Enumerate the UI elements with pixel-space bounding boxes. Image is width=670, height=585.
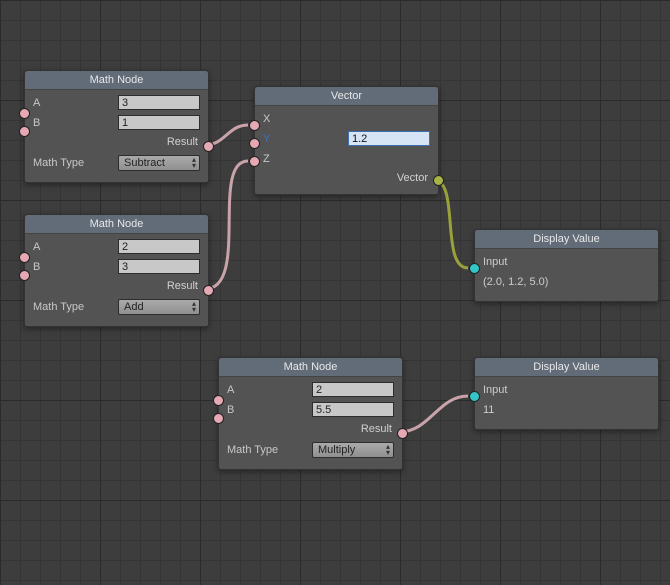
dropdown-arrows-icon: ▴▾ (192, 301, 196, 313)
result-label: Result (227, 421, 394, 437)
input-b-label: B (227, 401, 234, 419)
port-out-result[interactable] (397, 428, 408, 439)
input-b-field[interactable] (118, 259, 200, 274)
mathtype-select[interactable]: Subtract ▴▾ (118, 155, 200, 171)
vector-node[interactable]: Vector X Y Z Vector (254, 86, 439, 195)
dropdown-arrows-icon: ▴▾ (386, 444, 390, 456)
node-title[interactable]: Math Node (25, 215, 208, 234)
port-in-input[interactable] (469, 391, 480, 402)
port-in-x[interactable] (249, 120, 260, 131)
input-a-field[interactable] (118, 239, 200, 254)
input-b-field[interactable] (312, 402, 394, 417)
y-label: Y (263, 130, 275, 148)
math-node[interactable]: Math Node A B Result Math Type Add ▴▾ (24, 214, 209, 327)
port-in-a[interactable] (213, 395, 224, 406)
mathtype-select[interactable]: Add ▴▾ (118, 299, 200, 315)
x-label: X (263, 110, 275, 128)
display-value-node[interactable]: Display Value Input 11 (474, 357, 659, 430)
input-label: Input (483, 384, 507, 396)
vector-output-label: Vector (263, 170, 430, 186)
input-a-label: A (227, 381, 234, 399)
node-title[interactable]: Vector (255, 87, 438, 106)
mathtype-label: Math Type (33, 154, 84, 172)
node-title[interactable]: Display Value (475, 230, 658, 249)
port-in-input[interactable] (469, 263, 480, 274)
y-field[interactable] (348, 131, 430, 146)
input-b-field[interactable] (118, 115, 200, 130)
input-label: Input (483, 256, 507, 268)
node-title[interactable]: Display Value (475, 358, 658, 377)
port-in-z[interactable] (249, 156, 260, 167)
input-a-label: A (33, 94, 40, 112)
port-out-result[interactable] (203, 285, 214, 296)
display-value-text: 11 (483, 404, 494, 416)
port-in-a[interactable] (19, 108, 30, 119)
input-a-field[interactable] (312, 382, 394, 397)
mathtype-value: Subtract (124, 157, 165, 169)
input-a-label: A (33, 238, 40, 256)
mathtype-label: Math Type (33, 298, 84, 316)
port-in-y[interactable] (249, 138, 260, 149)
math-node[interactable]: Math Node A B Result Math Type Subtract … (24, 70, 209, 183)
z-label: Z (263, 150, 275, 168)
input-b-label: B (33, 114, 40, 132)
node-title[interactable]: Math Node (25, 71, 208, 90)
display-value-node[interactable]: Display Value Input (2.0, 1.2, 5.0) (474, 229, 659, 302)
node-graph-canvas[interactable]: { "nodes": { "math1": { "title": "Math N… (0, 0, 670, 585)
port-in-a[interactable] (19, 252, 30, 263)
dropdown-arrows-icon: ▴▾ (192, 157, 196, 169)
input-b-label: B (33, 258, 40, 276)
display-value-text: (2.0, 1.2, 5.0) (483, 276, 548, 288)
result-label: Result (33, 278, 200, 294)
mathtype-select[interactable]: Multiply ▴▾ (312, 442, 394, 458)
port-in-b[interactable] (19, 270, 30, 281)
input-a-field[interactable] (118, 95, 200, 110)
port-out-result[interactable] (203, 141, 214, 152)
mathtype-label: Math Type (227, 441, 278, 459)
result-label: Result (33, 134, 200, 150)
node-title[interactable]: Math Node (219, 358, 402, 377)
mathtype-value: Multiply (318, 444, 355, 456)
port-in-b[interactable] (19, 126, 30, 137)
port-in-b[interactable] (213, 413, 224, 424)
math-node[interactable]: Math Node A B Result Math Type Multiply … (218, 357, 403, 470)
mathtype-value: Add (124, 301, 144, 313)
port-out-vector[interactable] (433, 175, 444, 186)
